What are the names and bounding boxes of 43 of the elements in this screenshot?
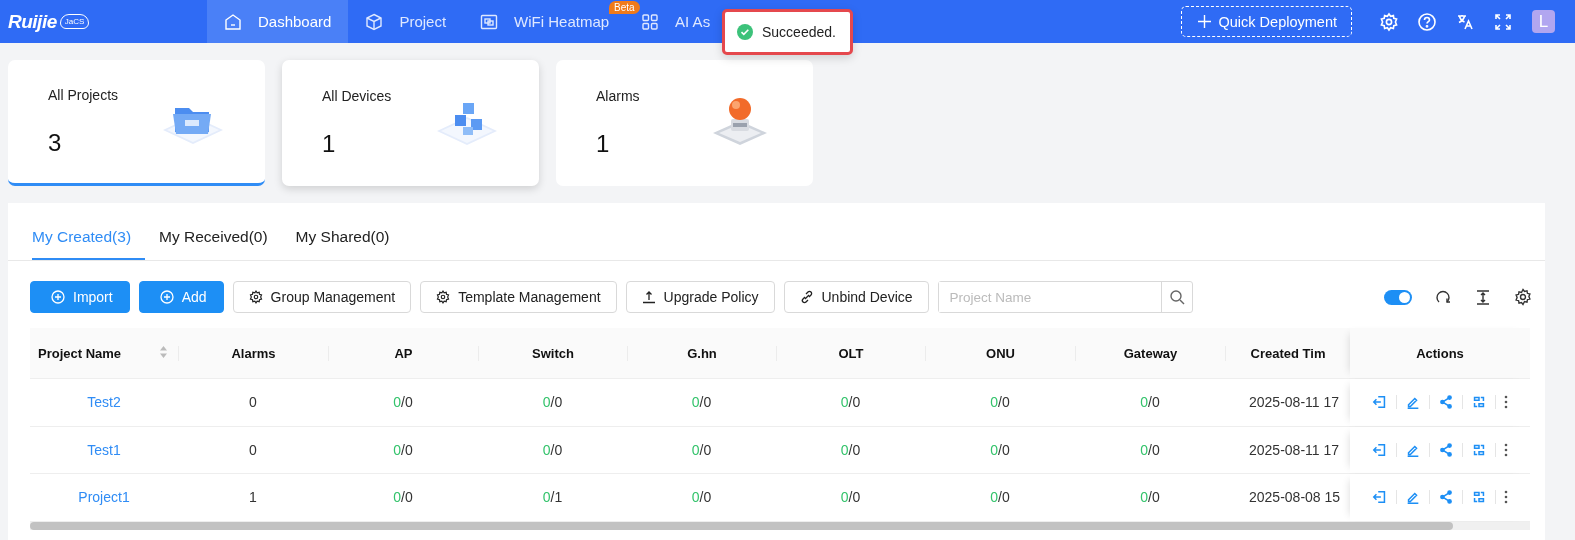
device-count: 0/0: [691, 441, 712, 458]
column-header: Actions: [1416, 345, 1464, 361]
device-count: 0/0: [542, 441, 563, 458]
column-header: Gateway: [1123, 345, 1178, 361]
device-count: 0/0: [990, 394, 1010, 411]
column-header: ONU: [986, 345, 1015, 361]
created-time: 2025-08-11 17: [1249, 394, 1340, 411]
device-count: 0/0: [393, 489, 413, 506]
device-count: 0/0: [840, 489, 861, 506]
alarm-count: 1: [249, 489, 257, 506]
device-count: 0/0: [542, 394, 563, 411]
device-count: 0/1: [542, 489, 563, 506]
logo-text: Ruijie: [8, 10, 57, 33]
stat-label: All Projects: [48, 86, 119, 103]
stat-value: 1: [322, 130, 337, 158]
stat-value: 3: [48, 128, 63, 157]
device-count: 0/0: [1140, 489, 1160, 506]
alarm-count: 0: [249, 441, 257, 458]
device-count: 0/0: [393, 441, 413, 458]
device-count: 0/0: [840, 441, 861, 458]
device-count: 0/0: [840, 394, 861, 411]
column-header: Alarms: [231, 345, 276, 361]
column-header: G.hn: [687, 345, 717, 361]
alarm-count: 0: [249, 394, 257, 411]
device-count: 0/0: [1140, 394, 1160, 411]
device-count: 0/0: [1140, 441, 1160, 458]
column-header: Created Tim: [1250, 345, 1326, 361]
device-count: 0/0: [393, 394, 413, 411]
column-header: Switch: [532, 345, 574, 361]
device-count: 0/0: [990, 489, 1010, 506]
column-header: OLT: [838, 345, 864, 361]
column-header: Project Name: [38, 345, 122, 361]
beta-badge: Beta: [609, 1, 640, 14]
device-count: 0/0: [990, 441, 1010, 458]
toast-message: Succeeded.: [762, 24, 836, 40]
stat-label: All Devices: [322, 88, 392, 104]
stat-label: Alarms: [596, 88, 640, 104]
column-header: AP: [394, 345, 413, 361]
device-count: 0/0: [691, 489, 712, 506]
created-time: 2025-08-08 15: [1249, 489, 1341, 506]
stat-value: 1: [596, 130, 611, 158]
device-count: 0/0: [691, 394, 712, 411]
created-time: 2025-08-11 17: [1249, 441, 1340, 458]
